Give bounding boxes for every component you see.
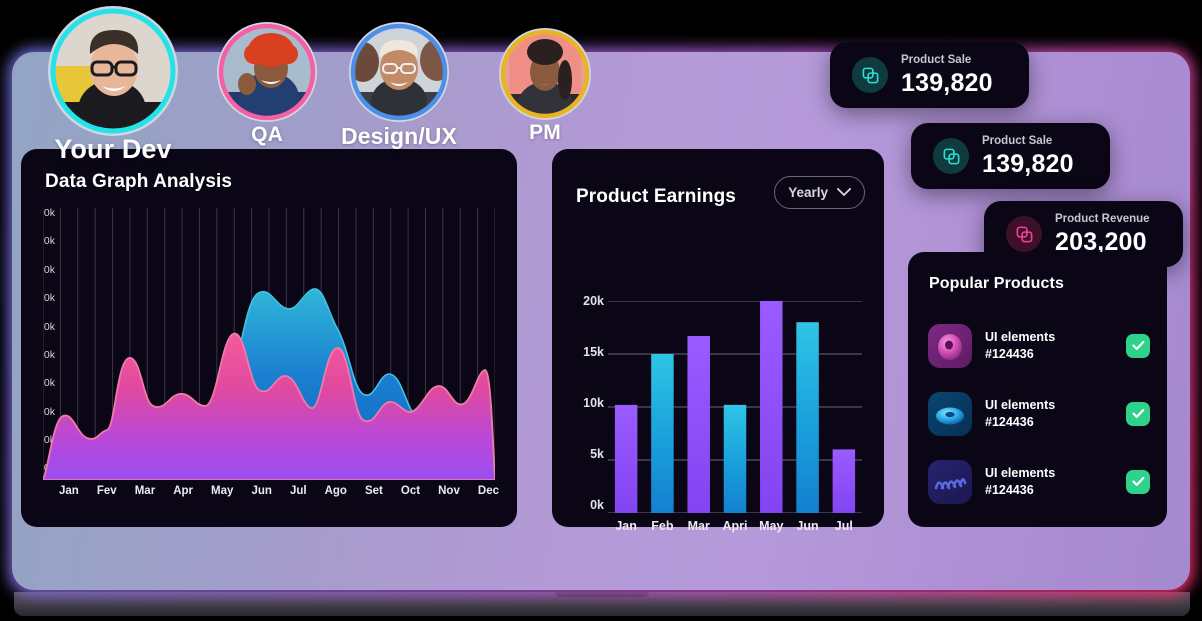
product-name: UI elements	[985, 466, 1056, 480]
axis-tick-label: Apri	[722, 519, 748, 533]
stat-label: Product Revenue	[1055, 213, 1150, 226]
axis-tick-label: Jul	[289, 485, 307, 497]
product-text: UI elements #124436	[985, 397, 1113, 430]
period-select-label: Yearly	[788, 185, 828, 200]
bar[interactable]	[832, 449, 856, 513]
bar[interactable]	[651, 354, 674, 513]
axis-tick-label: 20k	[583, 294, 604, 308]
axis-tick-label: Jun	[796, 519, 819, 533]
axis-tick-label: Jan	[59, 485, 79, 497]
avatar-design-ux-icon	[350, 23, 448, 121]
card-title: Data Graph Analysis	[45, 171, 233, 192]
product-sku: #124436	[985, 414, 1034, 429]
axis-tick-label: May	[759, 519, 784, 533]
product-text: UI elements #124436	[985, 465, 1113, 498]
team-member-your-dev[interactable]: Your Dev	[38, 6, 188, 165]
bar[interactable]	[796, 322, 819, 513]
torus-purple-icon	[928, 323, 972, 368]
stat-card-product-sale-2[interactable]: Product Sale 139,820	[911, 123, 1110, 189]
bar[interactable]	[723, 404, 747, 513]
check-icon[interactable]	[1126, 333, 1150, 358]
axis-tick-label: Set	[364, 485, 383, 497]
area-chart-plot	[43, 208, 495, 480]
team-member-qa[interactable]: QA	[212, 22, 322, 147]
list-item[interactable]: UI elements #124436	[928, 322, 1150, 369]
product-sku: #124436	[985, 482, 1034, 497]
axis-tick-label: Jul	[834, 519, 853, 533]
copy-icon-wrap	[933, 138, 969, 174]
bar-chart-y-axis: 20k 15k 10k 5k 0k	[564, 295, 604, 511]
copy-icon-wrap	[852, 57, 888, 93]
axis-tick-label: Dec	[477, 485, 499, 497]
axis-tick-label: 5k	[590, 446, 604, 461]
axis-tick-label: 0k	[590, 497, 604, 512]
chevron-down-icon	[837, 188, 851, 196]
axis-tick-label: Feb	[651, 519, 674, 533]
copy-icon	[943, 148, 959, 164]
spiral-blue-icon	[928, 459, 972, 504]
avatar-qa-icon	[218, 23, 316, 121]
card-title: Product Earnings	[576, 186, 736, 207]
axis-tick-label: Ago	[324, 485, 347, 497]
copy-icon	[1016, 226, 1032, 242]
check-icon[interactable]	[1126, 401, 1150, 426]
card-title: Popular Products	[929, 275, 1064, 292]
stat-value: 139,820	[982, 149, 1074, 178]
product-text: UI elements #124436	[985, 329, 1113, 362]
avatar[interactable]	[48, 6, 178, 136]
team-member-pm[interactable]: PM	[497, 28, 593, 145]
axis-tick-label: Mar	[687, 519, 710, 533]
axis-tick-label: 10k	[583, 395, 604, 410]
axis-tick-label: Fev	[96, 485, 117, 497]
product-sku: #124436	[985, 346, 1034, 361]
avatar-your-dev-icon	[50, 8, 176, 134]
avatar[interactable]	[499, 28, 591, 120]
product-name: UI elements	[985, 398, 1056, 412]
avatar[interactable]	[217, 22, 317, 122]
bar[interactable]	[760, 301, 783, 513]
avatar[interactable]	[349, 22, 449, 122]
stat-label: Product Sale	[982, 135, 1053, 148]
axis-tick-label: Oct	[400, 485, 421, 497]
screenshot-stage: Your Dev QA Design/UX PM Product Sale 13…	[0, 0, 1202, 621]
stat-value: 139,820	[901, 68, 993, 97]
stat-label: Product Sale	[901, 54, 972, 67]
stat-card-product-sale-1[interactable]: Product Sale 139,820	[830, 42, 1029, 108]
period-select-dropdown[interactable]: Yearly	[774, 176, 865, 209]
product-name: UI elements	[985, 330, 1056, 344]
team-member-design-ux[interactable]: Design/UX	[341, 22, 457, 150]
list-item[interactable]: UI elements #124436	[928, 458, 1150, 505]
product-earnings-card: Product Earnings Yearly 20k 15k 10k 5k 0k	[552, 149, 884, 533]
axis-tick-label: Jun	[251, 485, 272, 497]
axis-tick-label: Mar	[134, 485, 156, 497]
axis-tick-label: May	[211, 485, 234, 497]
axis-tick-label: Jan	[615, 519, 637, 533]
axis-tick-label: Nov	[438, 485, 460, 497]
check-icon[interactable]	[1126, 469, 1150, 494]
bar[interactable]	[614, 404, 638, 513]
axis-tick-label: 15k	[583, 344, 604, 359]
bar-chart-x-axis: Jan Feb Mar Apri May Jun Jul	[608, 519, 862, 533]
popular-products-card: Popular Products UI elements #124436 UI …	[908, 252, 1167, 527]
area-chart-x-axis: Jan Fev Mar Apr May Jun Jul Ago Set Oct Nov Dec	[59, 485, 499, 497]
team-member-label: Your Dev	[54, 134, 172, 164]
team-member-label: Design/UX	[341, 123, 457, 149]
torus-blue-icon	[928, 391, 972, 436]
copy-icon	[862, 67, 878, 83]
avatar-pm-icon	[500, 29, 590, 119]
data-graph-analysis-card: Data Graph Analysis 0k0k0k0k0k0k0k0k0k0k	[21, 149, 517, 527]
list-item[interactable]: UI elements #124436	[928, 390, 1150, 437]
axis-tick-label: Apr	[173, 485, 194, 497]
bar-chart-plot	[608, 301, 862, 513]
bar[interactable]	[687, 335, 710, 513]
copy-icon-wrap	[1006, 216, 1042, 252]
team-member-label: QA	[251, 123, 283, 146]
team-member-label: PM	[529, 121, 561, 144]
